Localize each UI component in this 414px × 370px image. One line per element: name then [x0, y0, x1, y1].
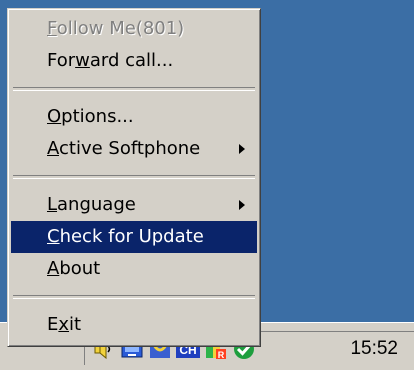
svg-text:R: R — [218, 350, 225, 360]
menu-item-check-for-update[interactable]: Check for Update — [11, 221, 257, 253]
menu-item-language[interactable]: Language — [11, 189, 257, 221]
menu-separator — [13, 175, 255, 179]
submenu-arrow-icon — [239, 144, 245, 154]
menu-item-follow-me[interactable]: Follow Me(801) — [11, 13, 257, 45]
menu-item-options[interactable]: Options... — [11, 101, 257, 133]
menu-item-active-softphone[interactable]: Active Softphone — [11, 133, 257, 165]
submenu-arrow-icon — [239, 200, 245, 210]
screen: CH R 15:52 Follow Me(801) Forward call..… — [0, 0, 414, 370]
menu-item-exit[interactable]: Exit — [11, 309, 257, 341]
menu-separator — [13, 295, 255, 299]
tray-context-menu: Follow Me(801) Forward call... Options..… — [7, 8, 261, 347]
taskbar-clock[interactable]: 15:52 — [350, 338, 398, 360]
menu-item-about[interactable]: About — [11, 253, 257, 285]
menu-separator — [13, 87, 255, 91]
menu-item-forward-call[interactable]: Forward call... — [11, 45, 257, 77]
